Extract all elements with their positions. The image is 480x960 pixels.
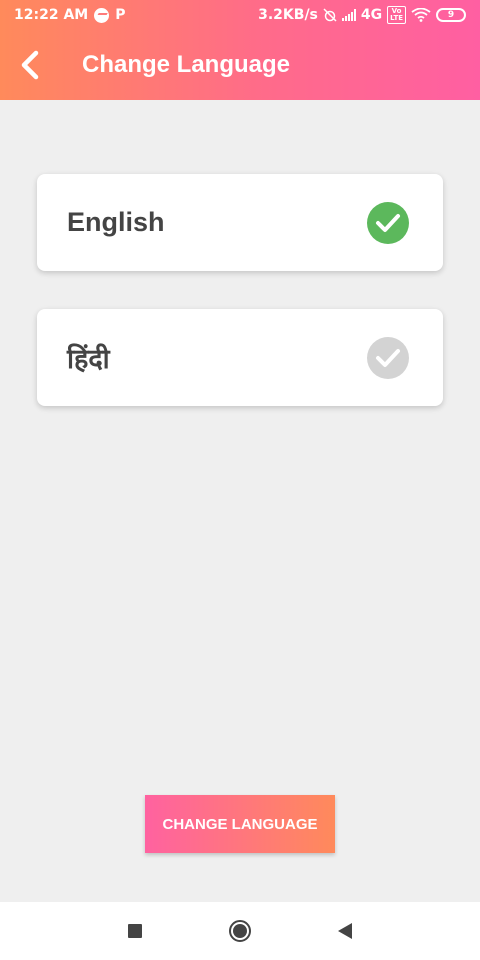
network-speed: 3.2KB/s (258, 7, 318, 23)
check-selected-icon (367, 201, 409, 244)
wifi-icon (411, 8, 431, 22)
battery-icon: 9 (436, 8, 466, 22)
check-unselected-icon (367, 336, 409, 379)
volte-icon: Vo LTE (387, 6, 406, 24)
app-bar: Change Language (0, 30, 480, 100)
recents-square-icon (128, 924, 142, 938)
back-nav-button[interactable] (330, 916, 360, 946)
back-triangle-icon (338, 923, 352, 939)
language-option-hindi[interactable]: हिंदी (37, 309, 443, 406)
p-app-icon: P (115, 7, 126, 23)
signal-icon (341, 9, 356, 21)
status-time: 12:22 AM (14, 7, 89, 23)
home-button[interactable] (225, 916, 255, 946)
chevron-left-icon (21, 50, 39, 80)
messenger-icon (94, 7, 110, 23)
alarm-off-icon (323, 8, 337, 22)
navigation-bar (0, 902, 480, 960)
language-label: English (67, 207, 165, 237)
back-button[interactable] (0, 30, 60, 100)
status-bar: 12:22 AM P 3.2KB/s 4G Vo LTE 9 (0, 0, 480, 30)
change-language-button[interactable]: CHANGE LANGUAGE (145, 795, 335, 853)
home-circle-icon (229, 920, 251, 942)
language-label: हिंदी (67, 344, 110, 374)
page-title: Change Language (82, 51, 291, 78)
network-type: 4G (360, 7, 383, 23)
recents-button[interactable] (120, 916, 150, 946)
language-option-english[interactable]: English (37, 174, 443, 271)
